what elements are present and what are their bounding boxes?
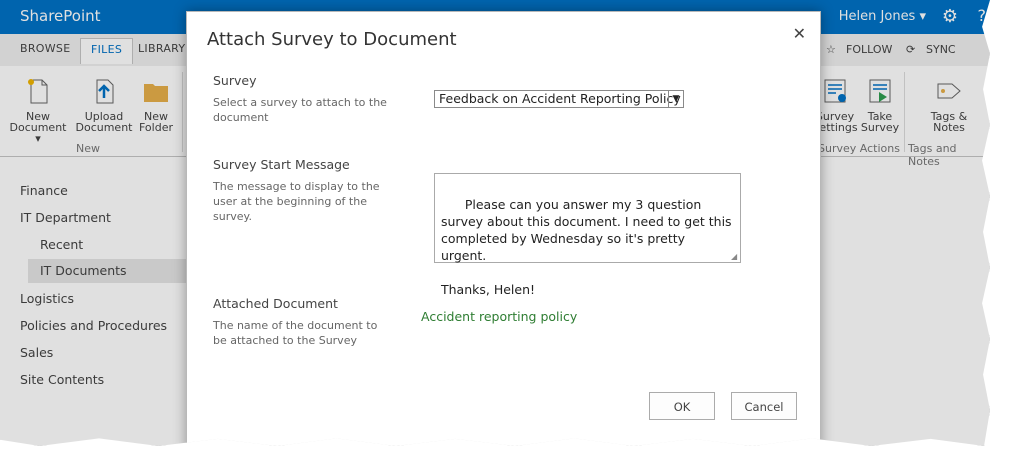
survey-select-value: Feedback on Accident Reporting Policy — [439, 91, 681, 106]
start-message-textarea[interactable]: Please can you answer my 3 question surv… — [434, 173, 741, 297]
start-message-label: Survey Start Message — [213, 157, 350, 172]
start-message-value: Please can you answer my 3 question surv… — [441, 197, 732, 297]
attached-document-link[interactable]: Accident reporting policy — [421, 309, 577, 324]
survey-description: Select a survey to attach to the documen… — [213, 96, 387, 124]
ok-button[interactable]: OK — [649, 392, 715, 420]
cancel-button[interactable]: Cancel — [731, 392, 797, 420]
survey-select[interactable]: Feedback on Accident Reporting Policy ▼ — [434, 90, 684, 108]
survey-label: Survey — [213, 73, 257, 88]
dialog-title: Attach Survey to Document — [207, 29, 457, 50]
screenshot-frame: SharePoint Helen Jones ▾ ⚙ ? BROWSE FILE… — [0, 0, 990, 446]
close-icon[interactable]: ✕ — [793, 24, 806, 43]
sharepoint-page: SharePoint Helen Jones ▾ ⚙ ? BROWSE FILE… — [0, 0, 990, 446]
start-message-description: The message to display to the user at th… — [213, 180, 380, 223]
resize-grip-icon[interactable]: ◢ — [731, 253, 739, 261]
attached-document-description: The name of the document to be attached … — [213, 319, 378, 347]
attached-document-label: Attached Document — [213, 296, 338, 311]
attach-survey-dialog: Attach Survey to Document ✕ Survey Selec… — [186, 11, 821, 446]
chevron-down-icon[interactable]: ▼ — [668, 91, 683, 107]
